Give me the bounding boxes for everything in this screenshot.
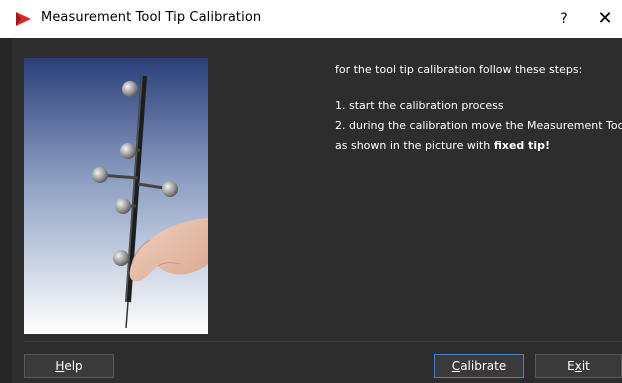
exit-mnemonic: x xyxy=(574,359,582,373)
instructions-step-1: 1. start the calibration process xyxy=(335,99,504,112)
window-title: Measurement Tool Tip Calibration xyxy=(41,10,262,25)
exit-label-end: it xyxy=(581,359,590,373)
instructions-text: for the tool tip calibration follow thes… xyxy=(335,60,622,156)
calibrate-mnemonic: C xyxy=(451,359,461,373)
window-edge xyxy=(0,38,12,383)
close-icon[interactable]: ✕ xyxy=(592,6,618,32)
help-mnemonic: H xyxy=(55,359,65,373)
instructions-step-2-line-1: 2. during the calibration move the Measu… xyxy=(335,119,622,132)
instructions-step-2-line-2: as shown in the picture with fixed tip! xyxy=(335,136,622,156)
instructions-step-2-prefix: as shown in the picture with xyxy=(335,139,494,152)
calibrate-button[interactable]: Calibrate xyxy=(434,354,524,378)
instructions-intro: for the tool tip calibration follow thes… xyxy=(335,63,583,76)
calibrate-label: alibrate xyxy=(460,359,507,373)
exit-label-start: E xyxy=(567,359,575,373)
instructions-fixed-tip: fixed tip! xyxy=(493,139,551,152)
help-label: elp xyxy=(64,359,83,373)
button-divider xyxy=(24,341,622,342)
question-mark-icon[interactable]: ? xyxy=(552,7,576,31)
tool-calibration-picture xyxy=(24,58,208,334)
title-bar: Measurement Tool Tip Calibration ? ✕ xyxy=(0,0,622,38)
calibration-dialog: Measurement Tool Tip Calibration ? ✕ for… xyxy=(0,0,622,383)
help-button[interactable]: Help xyxy=(24,354,114,378)
exit-button[interactable]: Exit xyxy=(535,354,622,378)
app-logo-icon xyxy=(16,12,31,26)
